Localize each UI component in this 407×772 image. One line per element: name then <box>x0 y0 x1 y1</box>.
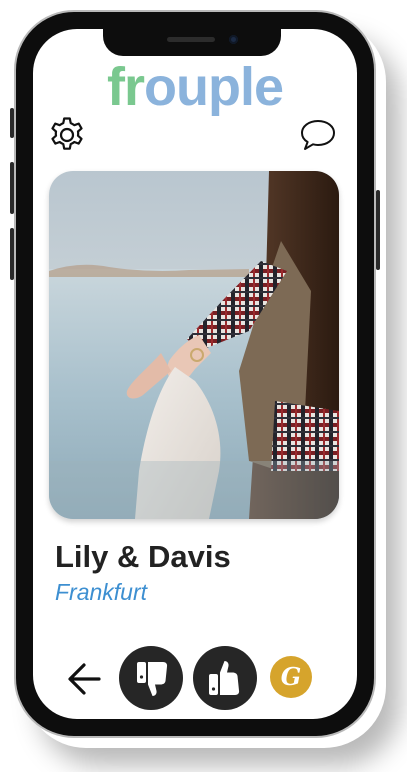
earpiece-speaker <box>167 37 215 42</box>
logo-rest: ouple <box>144 57 284 117</box>
thumbs-up-icon <box>209 661 240 695</box>
app-logo: frouple <box>33 57 357 117</box>
profile-city: Frankfurt <box>55 579 148 605</box>
arrow-left-icon <box>68 663 101 695</box>
dislike-button[interactable] <box>119 646 183 710</box>
chat-bubble-icon <box>301 120 335 150</box>
gear-icon <box>51 117 83 150</box>
app-screen: frouple Lily & Davis Frankfurt G <box>33 29 357 719</box>
phone-notch <box>103 29 281 56</box>
chat-button[interactable] <box>299 117 337 153</box>
couple-photo-image <box>49 171 339 519</box>
back-button[interactable] <box>66 659 102 699</box>
premium-badge[interactable]: G <box>270 656 312 698</box>
front-camera <box>229 35 238 44</box>
settings-button[interactable] <box>47 115 87 155</box>
logo-accent: fr <box>107 57 145 117</box>
phone-power-button <box>376 190 380 270</box>
like-button[interactable] <box>193 646 257 710</box>
profile-name: Lily & Davis <box>55 539 231 574</box>
thumbs-down-icon <box>137 662 168 696</box>
profile-photo[interactable] <box>49 171 339 519</box>
